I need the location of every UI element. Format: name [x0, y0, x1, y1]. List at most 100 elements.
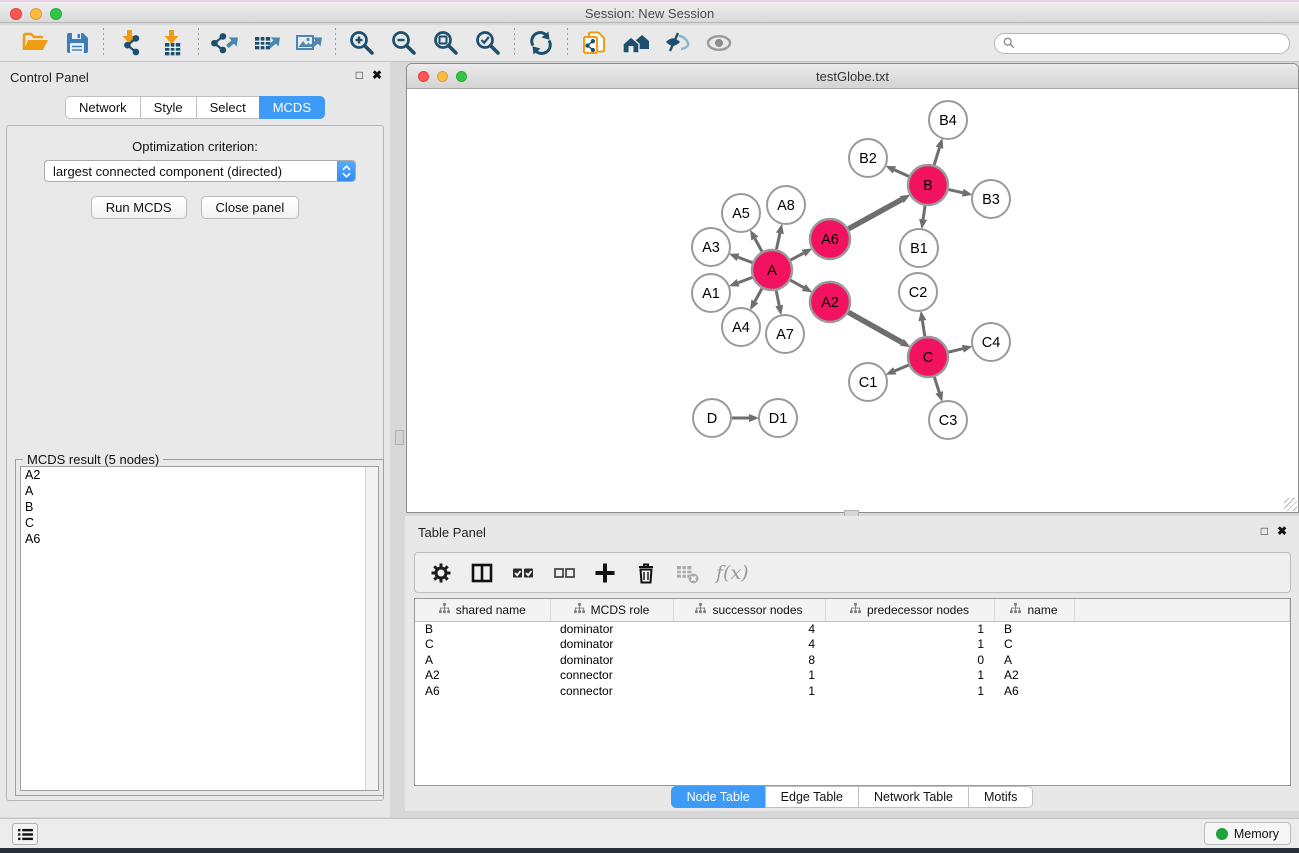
node-B3[interactable]: B3 — [972, 180, 1010, 218]
edge-B-B1[interactable] — [923, 206, 925, 220]
close-panel-icon[interactable]: ✖ — [372, 69, 382, 81]
node-B[interactable]: B — [908, 165, 948, 205]
columns-icon[interactable] — [470, 560, 494, 586]
node-D1[interactable]: D1 — [759, 399, 797, 437]
node-A1[interactable]: A1 — [692, 274, 730, 312]
table-row[interactable]: Cdominator41C — [415, 637, 1290, 653]
column-header-successor-nodes[interactable]: successor nodes — [673, 599, 825, 621]
import-table-icon[interactable] — [157, 28, 187, 58]
node-D[interactable]: D — [693, 399, 731, 437]
node-A5[interactable]: A5 — [722, 194, 760, 232]
float-panel-icon[interactable]: □ — [356, 69, 363, 81]
save-session-icon[interactable] — [62, 28, 92, 58]
zoom-fit-icon[interactable] — [431, 28, 461, 58]
hide-selected-icon[interactable] — [663, 28, 693, 58]
refresh-icon[interactable] — [526, 28, 556, 58]
table-tab-motifs[interactable]: Motifs — [968, 786, 1033, 808]
column-header-name[interactable]: name — [994, 599, 1074, 621]
resize-grip-icon[interactable] — [1284, 498, 1297, 511]
column-header-predecessor-nodes[interactable]: predecessor nodes — [825, 599, 994, 621]
node-A7[interactable]: A7 — [766, 315, 804, 353]
edge-A-A2[interactable] — [790, 280, 803, 287]
table-row[interactable]: A6connector11A6 — [415, 683, 1290, 699]
node-A2[interactable]: A2 — [810, 282, 850, 322]
table-tab-network-table[interactable]: Network Table — [858, 786, 968, 808]
edge-B-B2[interactable] — [894, 170, 908, 176]
open-file-icon[interactable] — [20, 28, 50, 58]
function-builder-icon[interactable]: f(x) — [716, 560, 749, 586]
mcds-result-item[interactable]: B — [21, 499, 378, 515]
network-canvas[interactable]: B4 B2 B B3 A8 A5 A6 A3 B1 A C2 A1 A2 — [407, 90, 1298, 512]
node-A8[interactable]: A8 — [767, 186, 805, 224]
criterion-dropdown[interactable]: largest connected component (directed) — [44, 160, 356, 182]
first-neighbors-icon[interactable] — [621, 28, 651, 58]
zoom-in-icon[interactable] — [347, 28, 377, 58]
export-image-icon[interactable] — [294, 28, 324, 58]
mcds-result-item[interactable]: C — [21, 515, 378, 531]
network-window-titlebar[interactable]: testGlobe.txt — [407, 64, 1298, 89]
close-table-panel-icon[interactable]: ✖ — [1277, 525, 1287, 537]
unselect-all-icon[interactable] — [552, 560, 576, 586]
delete-table-icon[interactable] — [675, 560, 699, 586]
mcds-result-list[interactable]: A2ABCA6 — [20, 466, 379, 791]
node-B2[interactable]: B2 — [849, 139, 887, 177]
mcds-result-item[interactable]: A6 — [21, 531, 378, 547]
search-box[interactable] — [994, 33, 1290, 54]
table-tab-edge-table[interactable]: Edge Table — [765, 786, 858, 808]
edge-C-C3[interactable] — [934, 377, 939, 392]
node-B4[interactable]: B4 — [929, 101, 967, 139]
node-C1[interactable]: C1 — [849, 363, 887, 401]
memory-button[interactable]: Memory — [1204, 822, 1291, 845]
node-A3[interactable]: A3 — [692, 228, 730, 266]
table-row[interactable]: Adominator80A — [415, 652, 1290, 668]
add-row-icon[interactable] — [593, 560, 617, 586]
edge-A-A4[interactable] — [755, 288, 762, 301]
node-C3[interactable]: C3 — [929, 401, 967, 439]
table-row[interactable]: A2connector11A2 — [415, 668, 1290, 684]
column-header-MCDS-role[interactable]: MCDS role — [550, 599, 673, 621]
edge-B-B3[interactable] — [948, 190, 962, 193]
edge-A-A7[interactable] — [776, 291, 779, 306]
tab-network[interactable]: Network — [65, 96, 140, 119]
edge-A6-B[interactable] — [848, 199, 901, 228]
copy-network-icon[interactable] — [579, 28, 609, 58]
edge-C-C4[interactable] — [948, 349, 962, 352]
zoom-selected-icon[interactable] — [473, 28, 503, 58]
tab-style[interactable]: Style — [140, 96, 196, 119]
run-mcds-button[interactable]: Run MCDS — [91, 196, 187, 219]
close-panel-button[interactable]: Close panel — [201, 196, 300, 219]
node-A4[interactable]: A4 — [722, 308, 760, 346]
table-tab-node-table[interactable]: Node Table — [671, 786, 765, 808]
edge-C-C2[interactable] — [922, 321, 924, 337]
edge-A2-C[interactable] — [848, 312, 902, 342]
import-network-icon[interactable] — [115, 28, 145, 58]
tab-mcds[interactable]: MCDS — [259, 96, 325, 119]
zoom-out-icon[interactable] — [389, 28, 419, 58]
delete-row-icon[interactable] — [634, 560, 658, 586]
gear-icon[interactable] — [429, 560, 453, 586]
edge-A-A6[interactable] — [791, 253, 804, 260]
vertical-splitter-grip[interactable] — [395, 430, 404, 445]
edge-A-A3[interactable] — [738, 257, 752, 262]
edge-C-C1[interactable] — [895, 365, 909, 371]
node-C4[interactable]: C4 — [972, 323, 1010, 361]
mcds-result-item[interactable]: A2 — [21, 467, 378, 483]
node-A6[interactable]: A6 — [810, 219, 850, 259]
node-C[interactable]: C — [908, 337, 948, 377]
node-B1[interactable]: B1 — [900, 229, 938, 267]
edge-A-A8[interactable] — [776, 233, 779, 249]
table-row[interactable]: Bdominator41B — [415, 621, 1290, 637]
edge-B-B4[interactable] — [934, 148, 939, 165]
edge-A-A5[interactable] — [755, 238, 762, 251]
show-all-icon[interactable] — [705, 28, 735, 58]
select-all-icon[interactable] — [511, 560, 535, 586]
export-table-icon[interactable] — [252, 28, 282, 58]
mcds-result-item[interactable]: A — [21, 483, 378, 499]
node-C2[interactable]: C2 — [899, 273, 937, 311]
edge-A-A1[interactable] — [738, 277, 752, 282]
export-network-icon[interactable] — [210, 28, 240, 58]
scrollbar-track[interactable] — [365, 467, 378, 790]
column-header-shared-name[interactable]: shared name — [415, 599, 550, 621]
task-history-button[interactable] — [12, 823, 38, 845]
float-table-panel-icon[interactable]: □ — [1261, 525, 1268, 537]
